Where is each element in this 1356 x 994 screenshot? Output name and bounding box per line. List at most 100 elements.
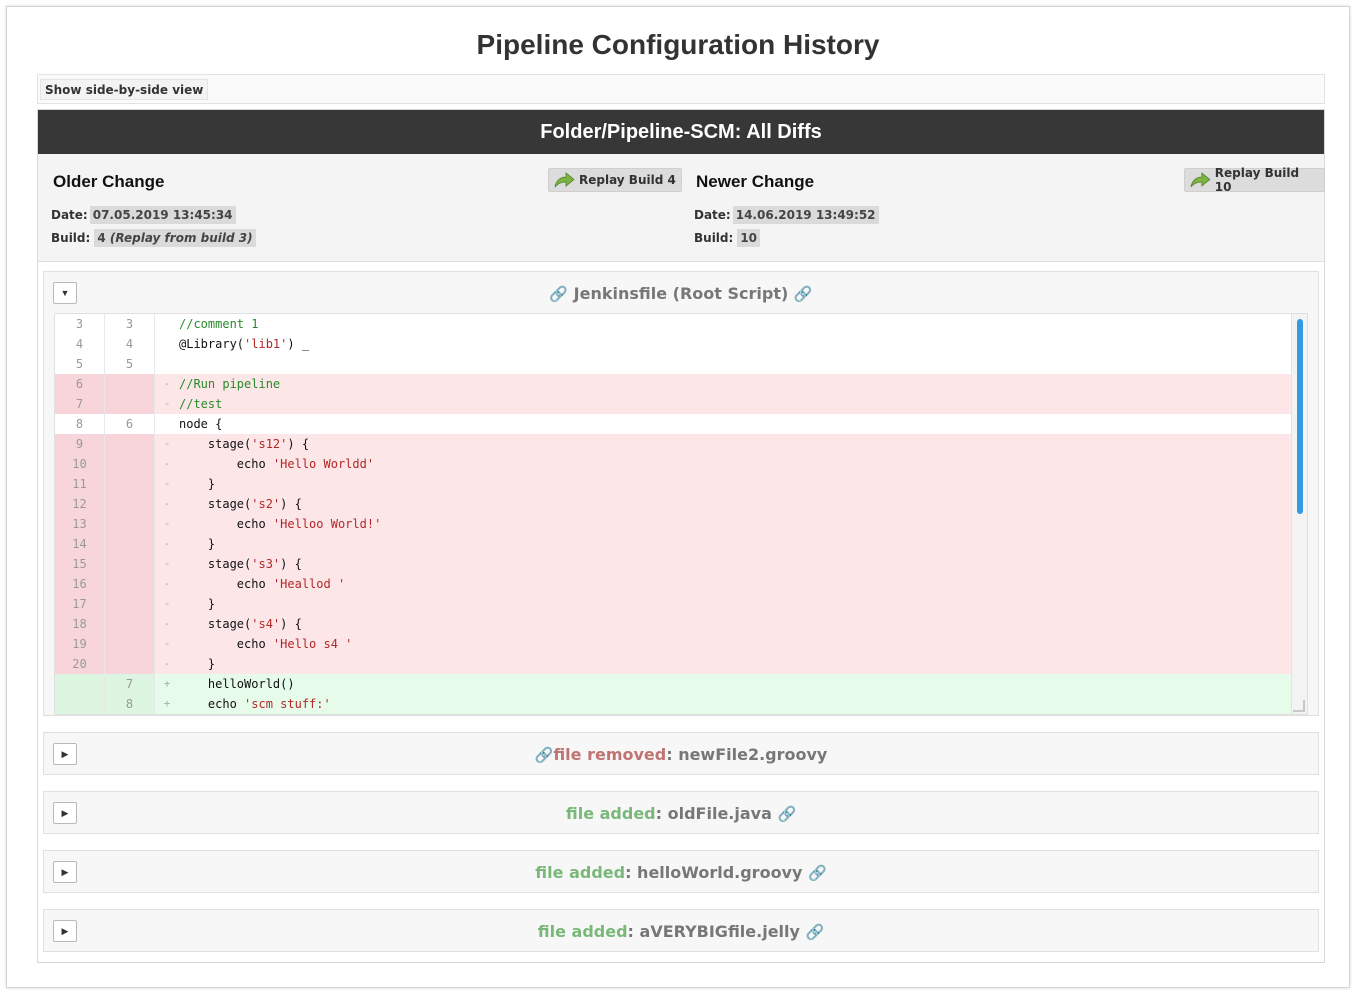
diff-sign (155, 314, 179, 334)
old-line-number: 9 (55, 434, 105, 454)
scrollbar-thumb[interactable] (1297, 319, 1303, 514)
diff-sign: - (163, 537, 171, 550)
diff-sign: - (163, 437, 171, 450)
file-title: 🔗 Jenkinsfile (Root Script) 🔗 (44, 284, 1318, 303)
code-text: stage('s4') { (179, 617, 302, 631)
replay-build-10-button[interactable]: Replay Build 10 (1184, 166, 1325, 194)
diff-line-added: 7 + helloWorld() (55, 674, 1291, 694)
new-line-number (105, 494, 155, 514)
link-icon[interactable]: 🔗 (549, 285, 568, 303)
old-line-number: 18 (55, 614, 105, 634)
link-icon[interactable]: 🔗 (808, 864, 827, 882)
file-diff-helloworld: ▶ file added: helloWorld.groovy 🔗 (43, 850, 1319, 893)
file-name: helloWorld.groovy (637, 863, 803, 882)
older-change-panel: Older Change Replay Build 4 Date: 07.05.… (38, 154, 682, 262)
diff-sign: - (163, 657, 171, 670)
new-line-number: 7 (105, 674, 155, 694)
file-title: file added: aVERYBIGfile.jelly 🔗 (44, 922, 1318, 941)
newer-build-label: Build: (694, 231, 734, 245)
code-text: //comment 1 (179, 317, 259, 331)
old-line-number: 14 (55, 534, 105, 554)
code-text: } (179, 657, 216, 671)
code-text: stage('s12') { (179, 437, 310, 451)
code-text: } (179, 597, 216, 611)
new-line-number (105, 474, 155, 494)
link-icon[interactable]: 🔗 (806, 923, 825, 941)
new-line-number (105, 554, 155, 574)
diff-sign: - (163, 597, 171, 610)
code-text: echo 'scm stuff:' (179, 697, 331, 711)
diff-line-removed: 16 - echo 'Heallod ' (55, 574, 1291, 594)
file-diff-header: ▼ 🔗 Jenkinsfile (Root Script) 🔗 (44, 272, 1318, 313)
diff-header: Folder/Pipeline-SCM: All Diffs (38, 110, 1324, 154)
diff-line-context: 3 3 //comment 1 (55, 314, 1291, 334)
code-text: //test (179, 397, 223, 411)
old-line-number: 3 (55, 314, 105, 334)
page-title: Pipeline Configuration History (476, 29, 880, 60)
new-line-number (105, 374, 155, 394)
code-text: helloWorld() (179, 677, 295, 691)
file-title: file added: helloWorld.groovy 🔗 (44, 863, 1318, 882)
old-line-number: 10 (55, 454, 105, 474)
code-text: echo 'Helloo World!' (179, 517, 382, 531)
diff-line-removed: 12 - stage('s2') { (55, 494, 1291, 514)
vertical-scrollbar[interactable] (1291, 314, 1307, 714)
toolbar: Show side-by-side view (37, 74, 1325, 104)
diff-line-removed: 13 - echo 'Helloo World!' (55, 514, 1291, 534)
code-text: @Library('lib1') _ (179, 337, 310, 351)
old-line-number: 7 (55, 394, 105, 414)
diff-line-removed: 11 - } (55, 474, 1291, 494)
older-date-row: Date: 07.05.2019 13:45:34 (51, 206, 236, 224)
diff-sign: - (163, 397, 171, 410)
diff-line-removed: 6 -//Run pipeline (55, 374, 1291, 394)
file-name: newFile2.groovy (678, 745, 828, 764)
diff-sign: - (163, 517, 171, 530)
new-line-number (105, 394, 155, 414)
file-diff-averybigfile: ▶ file added: aVERYBIGfile.jelly 🔗 (43, 909, 1319, 952)
old-line-number: 16 (55, 574, 105, 594)
new-line-number (105, 654, 155, 674)
side-by-side-button[interactable]: Show side-by-side view (40, 79, 209, 100)
link-icon[interactable]: 🔗 (535, 746, 554, 764)
newer-date-label: Date: (694, 208, 731, 222)
resize-grip-icon[interactable] (1293, 700, 1305, 712)
older-build-note: (Replay from build 3) (109, 231, 253, 245)
diff-sign: - (163, 617, 171, 630)
new-line-number (105, 434, 155, 454)
diff-line-removed: 15 - stage('s3') { (55, 554, 1291, 574)
old-line-number: 4 (55, 334, 105, 354)
new-line-number (105, 594, 155, 614)
older-date-label: Date: (51, 208, 88, 222)
old-line-number: 15 (55, 554, 105, 574)
link-icon[interactable]: 🔗 (777, 805, 796, 823)
old-line-number: 11 (55, 474, 105, 494)
replay-arrow-icon (1190, 172, 1211, 188)
newer-date-row: Date: 14.06.2019 13:49:52 (694, 206, 879, 224)
file-diff-oldfile: ▶ file added: oldFile.java 🔗 (43, 791, 1319, 834)
diff-sign: - (163, 477, 171, 490)
newer-change-heading: Newer Change (696, 172, 815, 191)
file-title: 🔗file removed: newFile2.groovy (44, 745, 1318, 764)
diff-sign: + (163, 677, 171, 690)
file-diff-header: ▶ file added: oldFile.java 🔗 (44, 792, 1318, 833)
code-text: stage('s3') { (179, 557, 302, 571)
older-build-value: 4 (Replay from build 3) (94, 229, 256, 247)
old-line-number: 5 (55, 354, 105, 374)
older-date-value: 07.05.2019 13:45:34 (89, 206, 236, 224)
link-icon[interactable]: 🔗 (794, 285, 813, 303)
replay-build-4-button[interactable]: Replay Build 4 (548, 168, 682, 192)
code-diff-viewer[interactable]: 3 3//comment 1 4 4 @Library('lib1') _ 5 5 6-//R… (54, 313, 1308, 715)
new-line-number (105, 574, 155, 594)
status-separator: : (627, 922, 640, 941)
file-status: file added (537, 922, 628, 941)
file-diff-header: ▶ file added: helloWorld.groovy 🔗 (44, 851, 1318, 892)
file-diff-header: ▶ file added: aVERYBIGfile.jelly 🔗 (44, 910, 1318, 951)
new-line-number: 8 (105, 694, 155, 714)
code-text: } (179, 477, 216, 491)
old-line-number: 20 (55, 654, 105, 674)
diff-lines: 3 3//comment 1 4 4 @Library('lib1') _ 5 5 6-//R… (55, 314, 1291, 714)
diff-line-removed: 18 - stage('s4') { (55, 614, 1291, 634)
newer-date-value: 14.06.2019 13:49:52 (732, 206, 879, 224)
file-diff-jenkinsfile: ▼ 🔗 Jenkinsfile (Root Script) 🔗 3 3 //comm… (43, 271, 1319, 716)
